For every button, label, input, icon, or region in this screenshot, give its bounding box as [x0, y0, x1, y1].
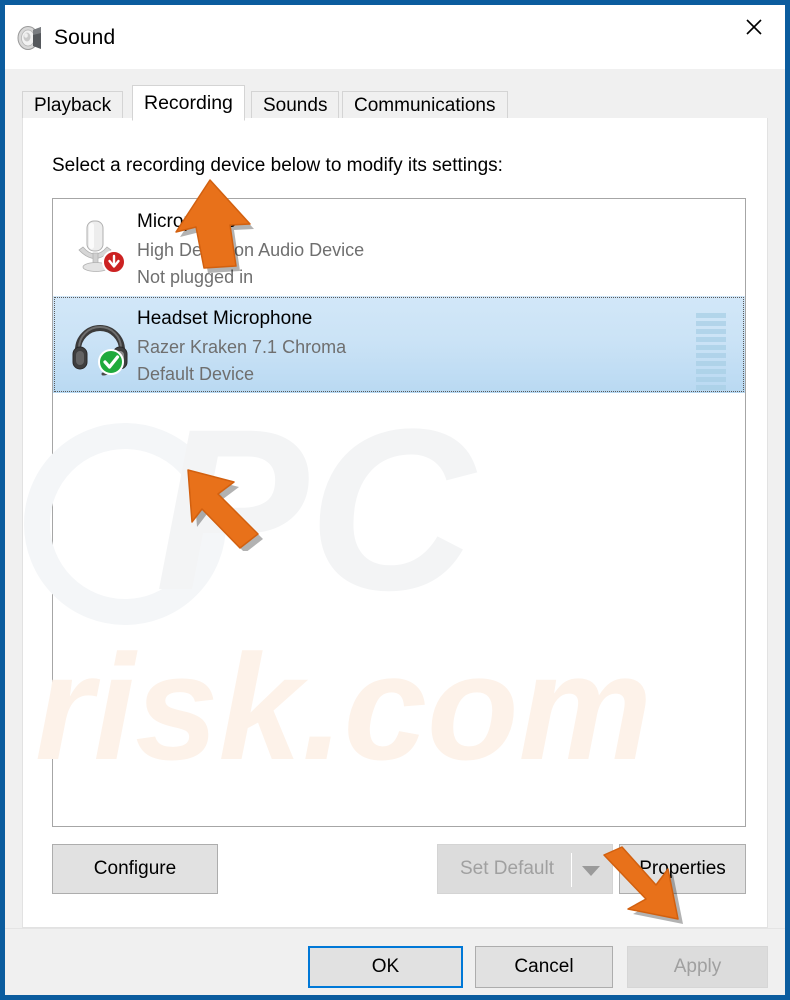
device-list-item-headset-microphone[interactable]: Headset Microphone Razer Kraken 7.1 Chro… — [53, 296, 745, 393]
device-name: Headset Microphone — [137, 308, 313, 329]
sound-dialog-window: Sound PC risk.com Playback Recording Sou… — [0, 0, 790, 1000]
device-status: Not plugged in — [137, 267, 254, 287]
set-default-label: Set Default — [460, 858, 554, 879]
microphone-icon — [70, 217, 130, 279]
meter-segment — [696, 385, 726, 390]
meter-segment — [696, 369, 726, 374]
meter-segment — [696, 337, 726, 342]
device-description: Razer Kraken 7.1 Chroma — [137, 337, 347, 357]
apply-button[interactable]: Apply — [627, 946, 768, 988]
title-bar: Sound — [5, 5, 785, 69]
tab-strip: Playback Recording Sounds Communications — [22, 85, 768, 121]
device-name: Microphone — [137, 211, 237, 232]
set-default-separator — [571, 853, 572, 887]
meter-segment — [696, 353, 726, 358]
recording-tab-panel: Select a recording device below to modif… — [22, 118, 768, 928]
dialog-footer: OK Cancel Apply — [5, 928, 785, 995]
configure-button[interactable]: Configure — [52, 844, 218, 894]
meter-segment — [696, 329, 726, 334]
window-title: Sound — [54, 26, 116, 49]
close-button[interactable] — [723, 5, 785, 49]
meter-segment — [696, 321, 726, 326]
speaker-icon — [17, 25, 45, 51]
recording-device-list[interactable]: Microphone High Definition Audio Device … — [52, 198, 746, 827]
tab-communications[interactable]: Communications — [342, 91, 508, 119]
cancel-button[interactable]: Cancel — [475, 946, 613, 988]
device-status: Default Device — [137, 364, 255, 384]
tab-sounds[interactable]: Sounds — [251, 91, 340, 119]
dialog-client-area: PC risk.com Playback Recording Sounds Co… — [5, 69, 785, 995]
volume-level-meter — [696, 313, 726, 390]
chevron-down-icon[interactable] — [582, 866, 600, 876]
set-default-button[interactable]: Set Default — [437, 844, 613, 894]
meter-segment — [696, 313, 726, 318]
panel-instruction-text: Select a recording device below to modif… — [52, 155, 503, 176]
headset-icon — [70, 314, 130, 376]
properties-button[interactable]: Properties — [619, 844, 746, 894]
tab-playback[interactable]: Playback — [22, 91, 124, 119]
window-inner: Sound PC risk.com Playback Recording Sou… — [5, 5, 785, 995]
device-description: High Definition Audio Device — [137, 240, 365, 260]
meter-segment — [696, 345, 726, 350]
ok-button[interactable]: OK — [308, 946, 463, 988]
meter-segment — [696, 361, 726, 366]
tab-recording[interactable]: Recording — [132, 85, 245, 121]
meter-segment — [696, 377, 726, 382]
device-list-item-microphone[interactable]: Microphone High Definition Audio Device … — [53, 199, 745, 296]
